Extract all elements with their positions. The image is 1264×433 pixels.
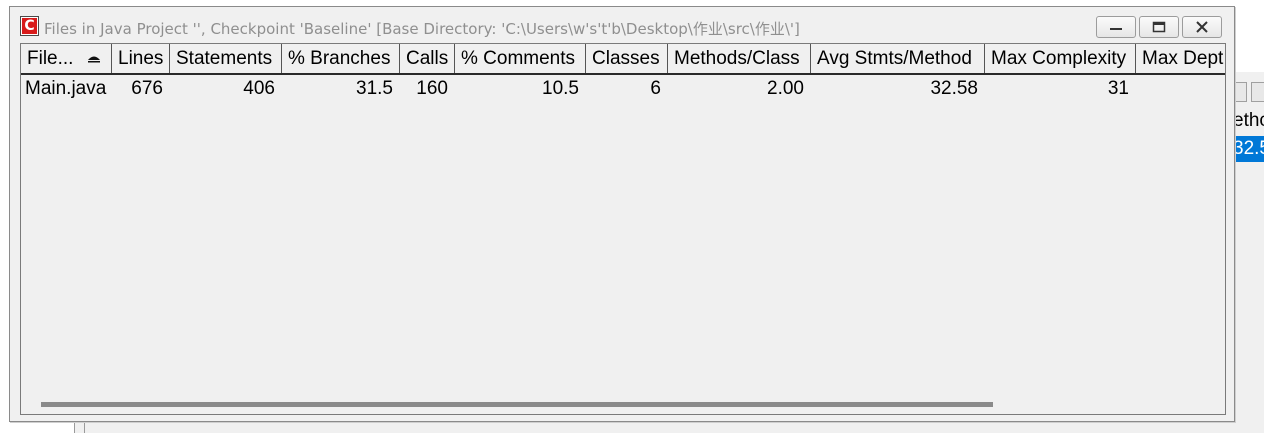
scrollbar-thumb[interactable]	[41, 402, 993, 407]
cell-methods-per-class: 2.00	[767, 78, 804, 99]
column-header-max-depth[interactable]: Max Dept	[1136, 44, 1225, 73]
background-window-edge	[84, 421, 85, 433]
column-header-statements[interactable]: Statements	[170, 44, 282, 73]
title-bar[interactable]: C Files in Java Project '', Checkpoint '…	[10, 7, 1234, 43]
background-column-header: ethc	[1233, 110, 1264, 131]
horizontal-scrollbar[interactable]	[21, 391, 1225, 413]
cell-branches: 31.5	[356, 78, 393, 99]
cell-file: Main.java	[25, 78, 107, 99]
cell-statements: 406	[243, 78, 275, 99]
column-header-file[interactable]: File...	[21, 44, 112, 73]
column-header-comments[interactable]: % Comments	[455, 44, 586, 73]
close-icon	[1196, 21, 1208, 33]
column-header-classes[interactable]: Classes	[586, 44, 668, 73]
maximize-icon	[1152, 21, 1166, 33]
cell-max-complexity: 31	[1107, 78, 1129, 99]
maximize-button[interactable]	[1139, 16, 1179, 38]
column-header-methods-per-class[interactable]: Methods/Class	[668, 44, 811, 73]
cell-avg-stmts-method: 32.58	[930, 78, 978, 99]
table-header: File... Lines Statements % Branches Call…	[21, 44, 1225, 75]
table-row[interactable]: Main.java 676 406 31.5 160 10.5 6 2.00 3…	[21, 74, 1225, 102]
column-header-label: File...	[27, 48, 74, 69]
cell-classes: 6	[650, 78, 661, 99]
metrics-table[interactable]: File... Lines Statements % Branches Call…	[20, 43, 1226, 415]
column-header-calls[interactable]: Calls	[400, 44, 455, 73]
c-app-icon: C	[20, 16, 39, 36]
minimize-icon	[1110, 28, 1122, 30]
window-title: Files in Java Project '', Checkpoint 'Ba…	[44, 20, 800, 38]
cell-comments: 10.5	[542, 78, 579, 99]
cell-max-depth	[1136, 74, 1225, 102]
close-button[interactable]	[1182, 16, 1222, 38]
background-window-close-button[interactable]	[1251, 82, 1264, 102]
files-window: C Files in Java Project '', Checkpoint '…	[9, 6, 1235, 422]
column-header-lines[interactable]: Lines	[112, 44, 170, 73]
sort-ascending-icon	[88, 56, 100, 63]
background-window-frame	[74, 421, 1264, 433]
column-header-branches[interactable]: % Branches	[282, 44, 400, 73]
column-header-max-complexity[interactable]: Max Complexity	[985, 44, 1136, 73]
cell-calls: 160	[416, 78, 448, 99]
background-selected-cell[interactable]: 32.5	[1233, 136, 1264, 162]
minimize-button[interactable]	[1096, 16, 1136, 38]
cell-lines: 676	[131, 78, 163, 99]
column-header-avg-stmts-method[interactable]: Avg Stmts/Method	[811, 44, 985, 73]
